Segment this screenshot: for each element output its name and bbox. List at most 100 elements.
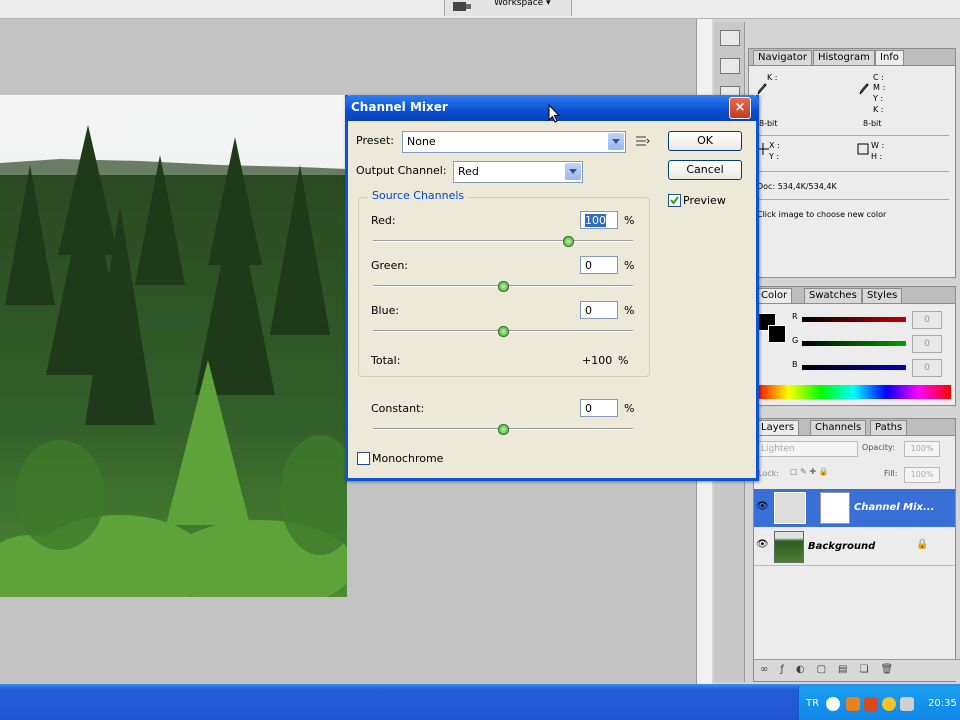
total-label: Total: [371, 354, 401, 367]
red-input-value: 100 [585, 214, 606, 227]
tab-info[interactable]: Info [875, 50, 904, 65]
cancel-button[interactable]: Cancel [668, 160, 742, 180]
fill-input[interactable]: 100% [904, 467, 940, 483]
color-r-slider[interactable] [802, 317, 906, 322]
brushes-icon[interactable] [720, 58, 740, 74]
tab-histogram[interactable]: Histogram [813, 50, 875, 65]
back-arrow-tray-icon[interactable] [826, 697, 840, 711]
document-image-forest[interactable] [0, 95, 347, 597]
info-bit-left: 8-bit [759, 119, 778, 128]
taskbar-clock[interactable]: 20:35 [928, 698, 957, 709]
layer-mask-thumbnail [820, 492, 850, 524]
color-g-label: G [792, 336, 799, 345]
layers-panel: Layers Channels Paths Lighten Opacity: 1… [753, 418, 960, 682]
language-indicator[interactable]: TR [806, 698, 819, 709]
tray-app-icon-4[interactable] [900, 697, 914, 711]
color-g-value[interactable]: 0 [912, 335, 942, 353]
green-label: Green: [371, 259, 409, 272]
background-layer-thumbnail [774, 531, 804, 563]
red-input[interactable]: 100 [580, 211, 618, 229]
color-b-value[interactable]: 0 [912, 359, 942, 377]
red-label: Red: [371, 214, 396, 227]
layer-name-2[interactable]: Background [808, 541, 875, 552]
dialog-title: Channel Mixer [351, 100, 448, 114]
constant-label: Constant: [371, 402, 425, 415]
tab-swatches[interactable]: Swatches [804, 288, 862, 303]
preset-options-icon[interactable] [634, 134, 650, 148]
selection-size-icon [857, 143, 869, 155]
info-panel: Navigator Histogram Info K : 8-bit C : M… [748, 48, 956, 278]
blue-input[interactable]: 0 [580, 301, 618, 319]
info-ycoord: Y : [769, 152, 780, 161]
info-k1: K : [767, 73, 778, 82]
tab-styles[interactable]: Styles [862, 288, 903, 303]
tool-preset-icon[interactable] [720, 30, 740, 46]
chevron-down-icon-2[interactable] [565, 163, 581, 180]
eyedropper-icon [757, 83, 767, 95]
color-g-slider[interactable] [802, 341, 906, 346]
color-b-label: B [792, 360, 798, 369]
workspace-icon [453, 2, 471, 11]
color-panel-tabs: Color Swatches Styles [754, 287, 955, 304]
preset-select[interactable]: None [402, 131, 626, 153]
blend-mode-select[interactable]: Lighten [758, 441, 858, 457]
layer-row-channel-mixer[interactable]: 👁 Channel Mix... [754, 489, 955, 527]
info-y: Y : [873, 94, 884, 103]
output-channel-select[interactable]: Red [453, 161, 583, 183]
info-panel-tabs: Navigator Histogram Info [749, 49, 955, 66]
info-w: W : [871, 141, 885, 150]
output-channel-label: Output Channel: [356, 164, 447, 177]
green-slider-thumb[interactable] [498, 281, 509, 292]
tray-app-icon-2[interactable] [864, 697, 878, 711]
color-spectrum-ramp[interactable] [756, 385, 951, 399]
monochrome-checkbox[interactable] [357, 452, 370, 465]
tab-layers[interactable]: Layers [756, 420, 800, 435]
info-doc-size: Doc: 534,4K/534,4K [757, 182, 837, 191]
tab-color[interactable]: Color [756, 288, 793, 303]
info-bit-right: 8-bit [863, 119, 882, 128]
info-divider [753, 135, 949, 136]
red-slider-thumb[interactable] [563, 236, 574, 247]
eyedropper-icon-2 [859, 83, 869, 95]
lock-icons[interactable]: ▢ ✎ ✚ 🔒 [790, 467, 829, 476]
info-hint: Click image to choose new color [757, 210, 887, 219]
tab-paths[interactable]: Paths [870, 420, 908, 435]
color-b-slider[interactable] [802, 365, 906, 370]
background-color-swatch[interactable] [768, 325, 786, 343]
layer-row-background[interactable]: 👁 Background 🔒 [754, 529, 955, 566]
layer-name[interactable]: Channel Mix... [854, 502, 934, 513]
visibility-eye-icon[interactable]: 👁 [756, 501, 769, 513]
info-h: H : [871, 152, 883, 161]
output-channel-value: Red [458, 165, 479, 178]
total-unit: % [618, 354, 629, 367]
adjustment-layer-thumbnail [774, 492, 806, 524]
info-m: M : [873, 83, 886, 92]
color-r-label: R [792, 312, 798, 321]
monochrome-label: Monochrome [372, 452, 444, 465]
blue-slider-thumb[interactable] [498, 326, 509, 337]
info-divider-2 [753, 171, 949, 172]
tab-channels[interactable]: Channels [810, 420, 867, 435]
tray-app-icon-1[interactable] [846, 697, 860, 711]
red-unit: % [624, 214, 635, 227]
visibility-eye-icon-2[interactable]: 👁 [756, 539, 769, 550]
tab-navigator[interactable]: Navigator [753, 50, 812, 65]
constant-unit: % [624, 402, 635, 415]
color-r-value[interactable]: 0 [912, 311, 942, 329]
info-c: C : [873, 73, 884, 82]
preset-label: Preset: [356, 134, 395, 147]
chevron-down-icon[interactable] [608, 133, 624, 150]
tray-app-icon-3[interactable] [882, 697, 896, 711]
preset-value: None [407, 135, 436, 148]
layers-panel-footer-buttons[interactable]: ∞ƒ◐▢▤❏🗑 [754, 659, 960, 681]
dialog-close-button[interactable]: × [729, 97, 751, 119]
workspace-label[interactable]: Workspace ▾ [494, 0, 551, 8]
red-slider-track[interactable] [373, 240, 633, 242]
opacity-input[interactable]: 100% [904, 441, 940, 457]
constant-slider-thumb[interactable] [498, 424, 509, 435]
green-input[interactable]: 0 [580, 256, 618, 274]
preview-checkbox[interactable] [668, 194, 681, 207]
green-unit: % [624, 259, 635, 272]
ok-button[interactable]: OK [668, 131, 742, 151]
constant-input[interactable]: 0 [580, 399, 618, 417]
